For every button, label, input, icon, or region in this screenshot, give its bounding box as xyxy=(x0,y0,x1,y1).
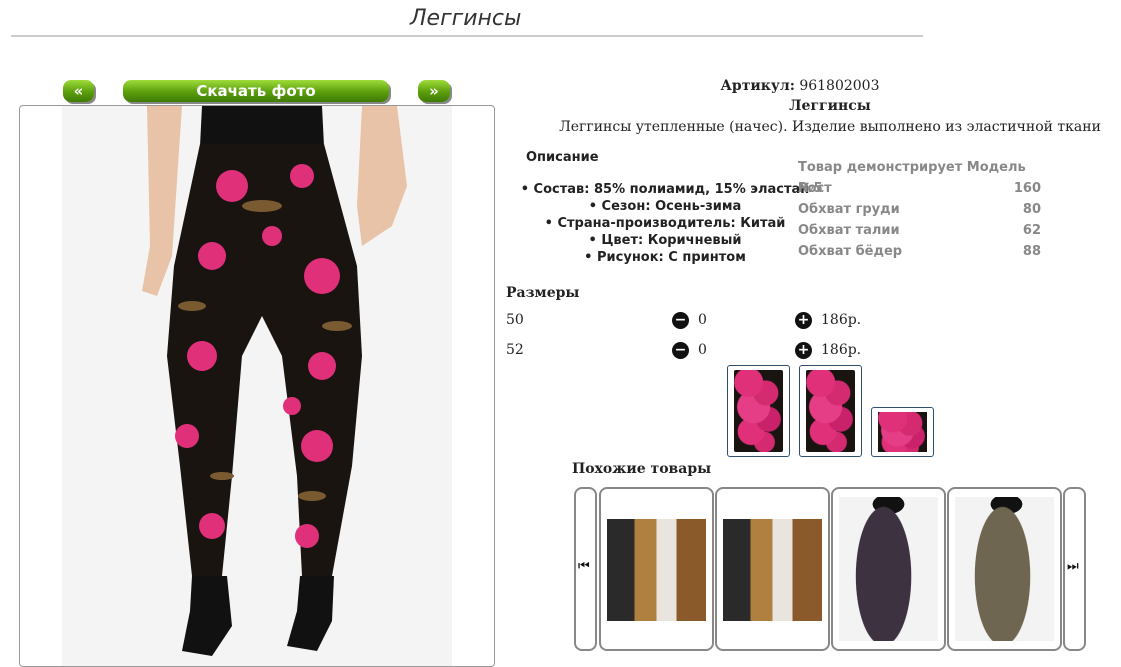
similar-product-image xyxy=(839,497,938,641)
size-row: 52 − 0 + 186р. xyxy=(506,342,906,362)
page-title: Леггинсы xyxy=(410,6,522,31)
size-row: 50 − 0 + 186р. xyxy=(506,312,906,332)
thumbnail-image xyxy=(806,370,855,452)
model-heading: Товар демонстрирует Модель №5 xyxy=(798,160,1026,196)
description-item: • Рисунок: С принтом xyxy=(584,250,746,265)
model-measurements: Товар демонстрирует Модель №5 Рост 160 Об… xyxy=(798,157,1041,262)
similar-product-card[interactable] xyxy=(599,487,714,651)
minus-icon[interactable]: − xyxy=(672,312,689,329)
article-line: Артикул: 961802003 xyxy=(500,78,1100,94)
price-value: 186р. xyxy=(821,342,862,358)
price-value: 186р. xyxy=(821,312,862,328)
next-photo-button[interactable]: » xyxy=(418,80,450,102)
description-item: • Страна-производитель: Китай xyxy=(544,216,786,231)
main-product-photo[interactable] xyxy=(62,106,452,666)
photo-thumbnail[interactable] xyxy=(799,365,862,457)
description-item: • Состав: 85% полиамид, 15% эластан xyxy=(520,182,810,197)
similar-heading: Похожие товары xyxy=(572,461,712,477)
minus-icon[interactable]: − xyxy=(672,342,689,359)
sizes-heading: Размеры xyxy=(506,285,580,301)
model-row: Обхват груди 80 xyxy=(798,202,1041,217)
quantity-value: 0 xyxy=(698,312,707,328)
similar-product-image xyxy=(955,497,1054,641)
description-item: • Сезон: Осень-зима xyxy=(588,199,742,214)
size-label: 50 xyxy=(506,312,524,328)
carousel-prev-button[interactable]: ⏮ xyxy=(574,487,597,651)
description-heading: Описание xyxy=(526,150,599,165)
description-item: • Цвет: Коричневый xyxy=(588,233,742,248)
product-name: Леггинсы xyxy=(789,98,871,114)
model-row: Обхват бёдер 88 xyxy=(798,244,1041,259)
model-row: Обхват талии 62 xyxy=(798,223,1041,238)
thumbnail-image xyxy=(734,370,783,452)
thumbnail-image xyxy=(878,412,927,452)
prev-photo-button[interactable]: « xyxy=(63,80,94,102)
skip-forward-icon: ⏭ xyxy=(1067,559,1079,574)
similar-product-image xyxy=(723,519,822,621)
carousel-next-button[interactable]: ⏭ xyxy=(1063,487,1086,651)
quantity-value: 0 xyxy=(698,342,707,358)
article-value: 961802003 xyxy=(799,78,880,94)
article-label: Артикул: xyxy=(720,78,795,94)
model-row: Рост 160 xyxy=(798,181,1041,196)
similar-product-card[interactable] xyxy=(947,487,1062,651)
plus-icon[interactable]: + xyxy=(795,342,812,359)
product-description: Леггинсы утепленные (начес). Изделие вып… xyxy=(559,119,1101,135)
similar-product-card[interactable] xyxy=(715,487,830,651)
title-divider xyxy=(11,35,923,37)
description-list: • Состав: 85% полиамид, 15% эластан • Се… xyxy=(515,181,815,266)
photo-thumbnail[interactable] xyxy=(727,365,790,457)
size-label: 52 xyxy=(506,342,524,358)
download-photo-button[interactable]: Скачать фото xyxy=(123,80,389,102)
similar-product-card[interactable] xyxy=(831,487,946,651)
similar-product-image xyxy=(607,519,706,621)
main-photo-frame xyxy=(19,105,495,667)
skip-back-icon: ⏮ xyxy=(578,559,590,574)
photo-thumbnail[interactable] xyxy=(871,407,934,457)
plus-icon[interactable]: + xyxy=(795,312,812,329)
